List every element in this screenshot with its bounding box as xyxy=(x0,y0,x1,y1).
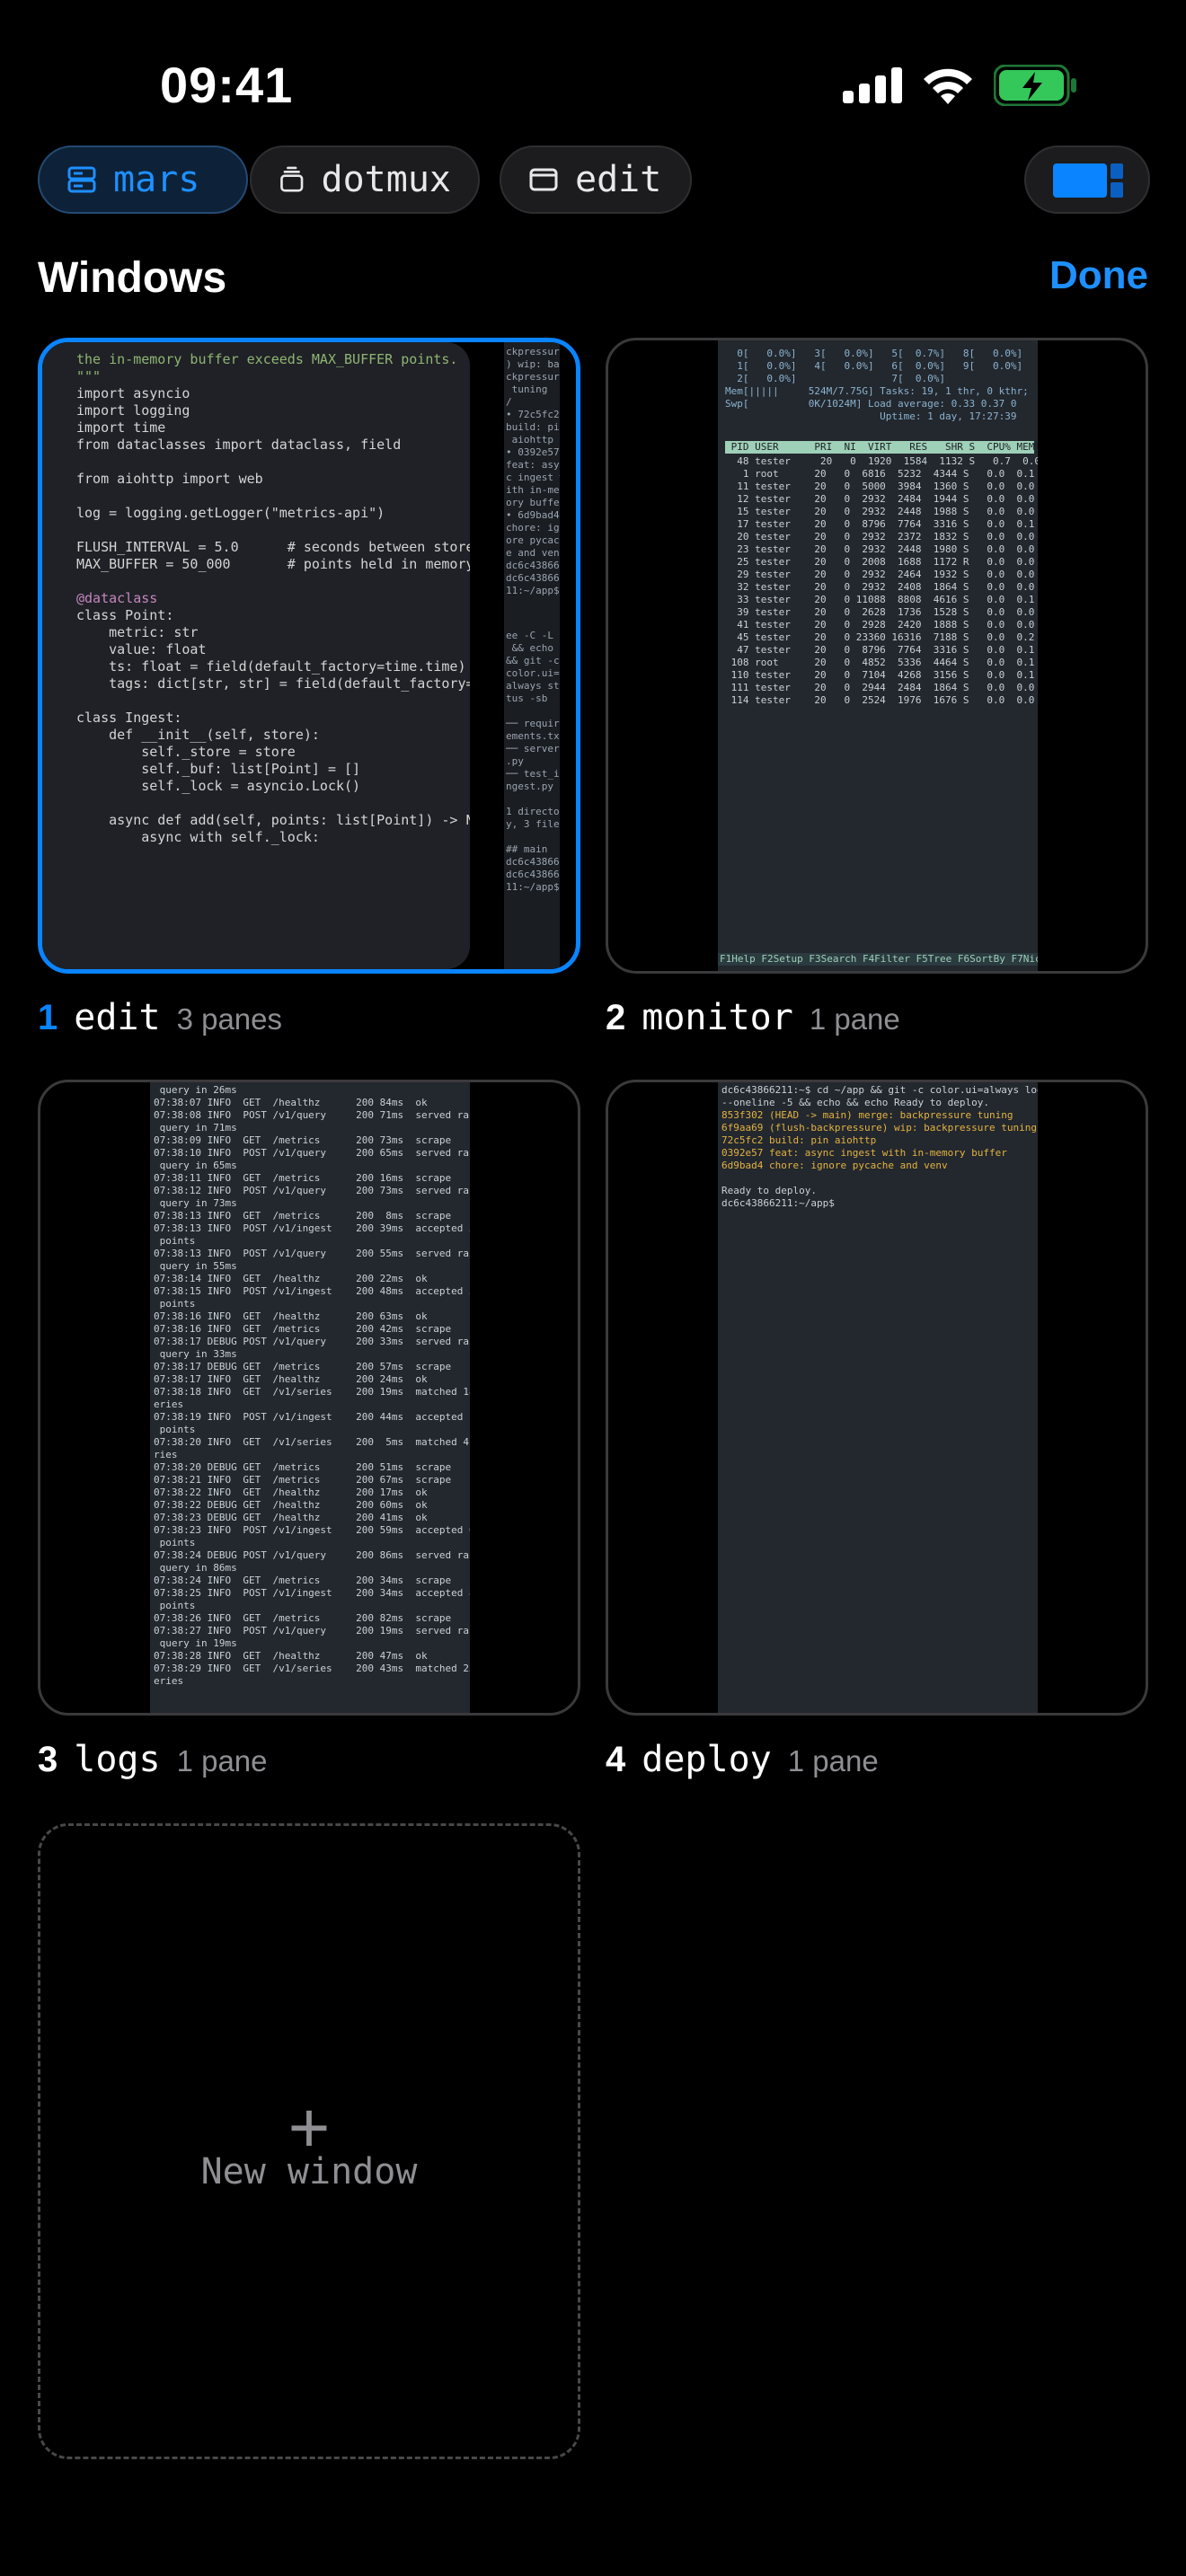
code-line: ts: float = field(default_factory=time.t… xyxy=(76,658,466,675)
code-line: from aiohttp import web xyxy=(76,471,263,487)
window-pane-count: 1 pane xyxy=(787,1744,879,1778)
code-line: MAX_BUFFER = 50_000 # points held in mem… xyxy=(76,556,470,572)
code-line: import logging xyxy=(76,402,190,419)
code-line: log = logging.getLogger("metrics-api") xyxy=(76,505,385,521)
window-label-monitor: 2 monitor 1 pane xyxy=(606,997,900,1038)
server-icon xyxy=(67,166,96,193)
status-icons xyxy=(843,65,1076,106)
session-chip-label: edit xyxy=(575,159,662,200)
terminal-line: --oneline -5 && echo && echo Ready to de… xyxy=(721,1097,990,1108)
code-line: class Ingest: xyxy=(76,710,182,726)
session-chip-edit[interactable]: edit xyxy=(500,146,692,214)
terminal-line: dc6c43866211:~/app$ xyxy=(721,1197,841,1209)
window-icon xyxy=(529,168,558,191)
window-label-logs: 3 logs 1 pane xyxy=(38,1739,268,1780)
code-line: @dataclass xyxy=(76,590,158,606)
code-line: class Point: xyxy=(76,607,174,623)
terminal-line: 6d9bad4 chore: ignore pycache and venv xyxy=(721,1160,948,1171)
window-label-deploy: 4 deploy 1 pane xyxy=(606,1739,879,1780)
code-preview: the in-memory buffer exceeds MAX_BUFFER … xyxy=(76,351,470,846)
window-index: 2 xyxy=(606,998,626,1037)
window-pane-count: 1 pane xyxy=(809,1002,900,1036)
session-chip-label: mars xyxy=(113,159,200,200)
cellular-signal-icon xyxy=(843,67,902,103)
code-line: metric: str xyxy=(76,624,199,640)
window-pane-count: 1 pane xyxy=(176,1744,268,1778)
editor-pane-preview: the in-memory buffer exceeds MAX_BUFFER … xyxy=(42,342,470,969)
window-index: 3 xyxy=(38,1740,58,1779)
terminal-output: dc6c43866211:~$ cd ~/app && git -c color… xyxy=(721,1084,1038,1210)
terminal-line: Ready to deploy. xyxy=(721,1185,817,1196)
code-line: self._buf: list[Point] = [] xyxy=(76,761,361,777)
code-line: self._lock = asyncio.Lock() xyxy=(76,778,361,794)
window-name: logs xyxy=(74,1739,161,1780)
window-card-edit[interactable]: the in-memory buffer exceeds MAX_BUFFER … xyxy=(38,338,580,974)
terminal-line: 853f302 (HEAD -> main) merge: backpressu… xyxy=(721,1109,1013,1121)
battery-charging-icon xyxy=(994,65,1076,106)
layout-icon xyxy=(1053,163,1107,198)
status-time: 09:41 xyxy=(160,57,294,113)
window-name: deploy xyxy=(642,1739,772,1780)
page-title: Windows xyxy=(38,254,227,302)
code-line: self._store = store xyxy=(76,744,296,760)
session-chip-label: dotmux xyxy=(321,159,452,200)
code-line: tags: dict[str, str] = field(default_fac… xyxy=(76,675,470,692)
window-card-deploy[interactable]: dc6c43866211:~$ cd ~/app && git -c color… xyxy=(606,1080,1148,1716)
window-index: 4 xyxy=(606,1740,626,1779)
done-button[interactable]: Done xyxy=(1049,253,1148,298)
terminal-line: 6f9aa69 (flush-backpressure) wip: backpr… xyxy=(721,1122,1037,1134)
terminal-line: 72c5fc2 build: pin aiohttp xyxy=(721,1134,877,1146)
window-index: 1 xyxy=(38,998,58,1037)
layout-toggle-button[interactable] xyxy=(1024,146,1150,214)
code-line: from dataclasses import dataclass, field xyxy=(76,437,402,453)
new-window-button[interactable]: + New window xyxy=(38,1823,580,2459)
window-card-logs[interactable]: query in 26ms 07:38:07 INFO GET /healthz… xyxy=(38,1080,580,1716)
session-chip-mars[interactable]: mars xyxy=(38,146,248,214)
code-line: import asyncio xyxy=(76,385,190,401)
new-window-label: New window xyxy=(200,2151,418,2192)
window-card-monitor[interactable]: 0[ 0.0%] 3[ 0.0%] 5[ 0.7%] 8[ 0.0%] 1[ 0… xyxy=(606,338,1148,974)
window-name: monitor xyxy=(642,997,793,1038)
code-line: def __init__(self, store): xyxy=(76,727,320,743)
htop-pane-preview: 0[ 0.0%] 3[ 0.0%] 5[ 0.7%] 8[ 0.0%] 1[ 0… xyxy=(718,340,1038,971)
code-line: async with self._lock: xyxy=(76,829,320,845)
window-name: edit xyxy=(74,997,161,1038)
window-label-edit: 1 edit 3 panes xyxy=(38,997,282,1038)
code-line: the in-memory buffer exceeds MAX_BUFFER … xyxy=(76,351,458,367)
logs-pane-preview: query in 26ms 07:38:07 INFO GET /healthz… xyxy=(150,1082,470,1713)
code-line: async def add(self, points: list[Point])… xyxy=(76,812,470,828)
deploy-pane-preview: dc6c43866211:~$ cd ~/app && git -c color… xyxy=(718,1082,1038,1713)
wifi-icon xyxy=(924,68,972,104)
code-line: import time xyxy=(76,419,166,436)
code-line: """ xyxy=(76,368,102,384)
code-line: FLUSH_INTERVAL = 5.0 # seconds between s… xyxy=(76,539,470,555)
window-pane-count: 3 panes xyxy=(176,1002,283,1036)
code-line: value: float xyxy=(76,641,207,657)
terminal-line: dc6c43866211:~$ cd ~/app && git -c color… xyxy=(721,1084,1038,1096)
terminal-line: 0392e57 feat: async ingest with in-memor… xyxy=(721,1147,1007,1159)
stack-icon xyxy=(280,166,304,192)
session-chip-dotmux[interactable]: dotmux xyxy=(250,146,480,214)
side-pane-preview: ckpressure ) wip: ba ckpressure tuning /… xyxy=(504,342,560,969)
